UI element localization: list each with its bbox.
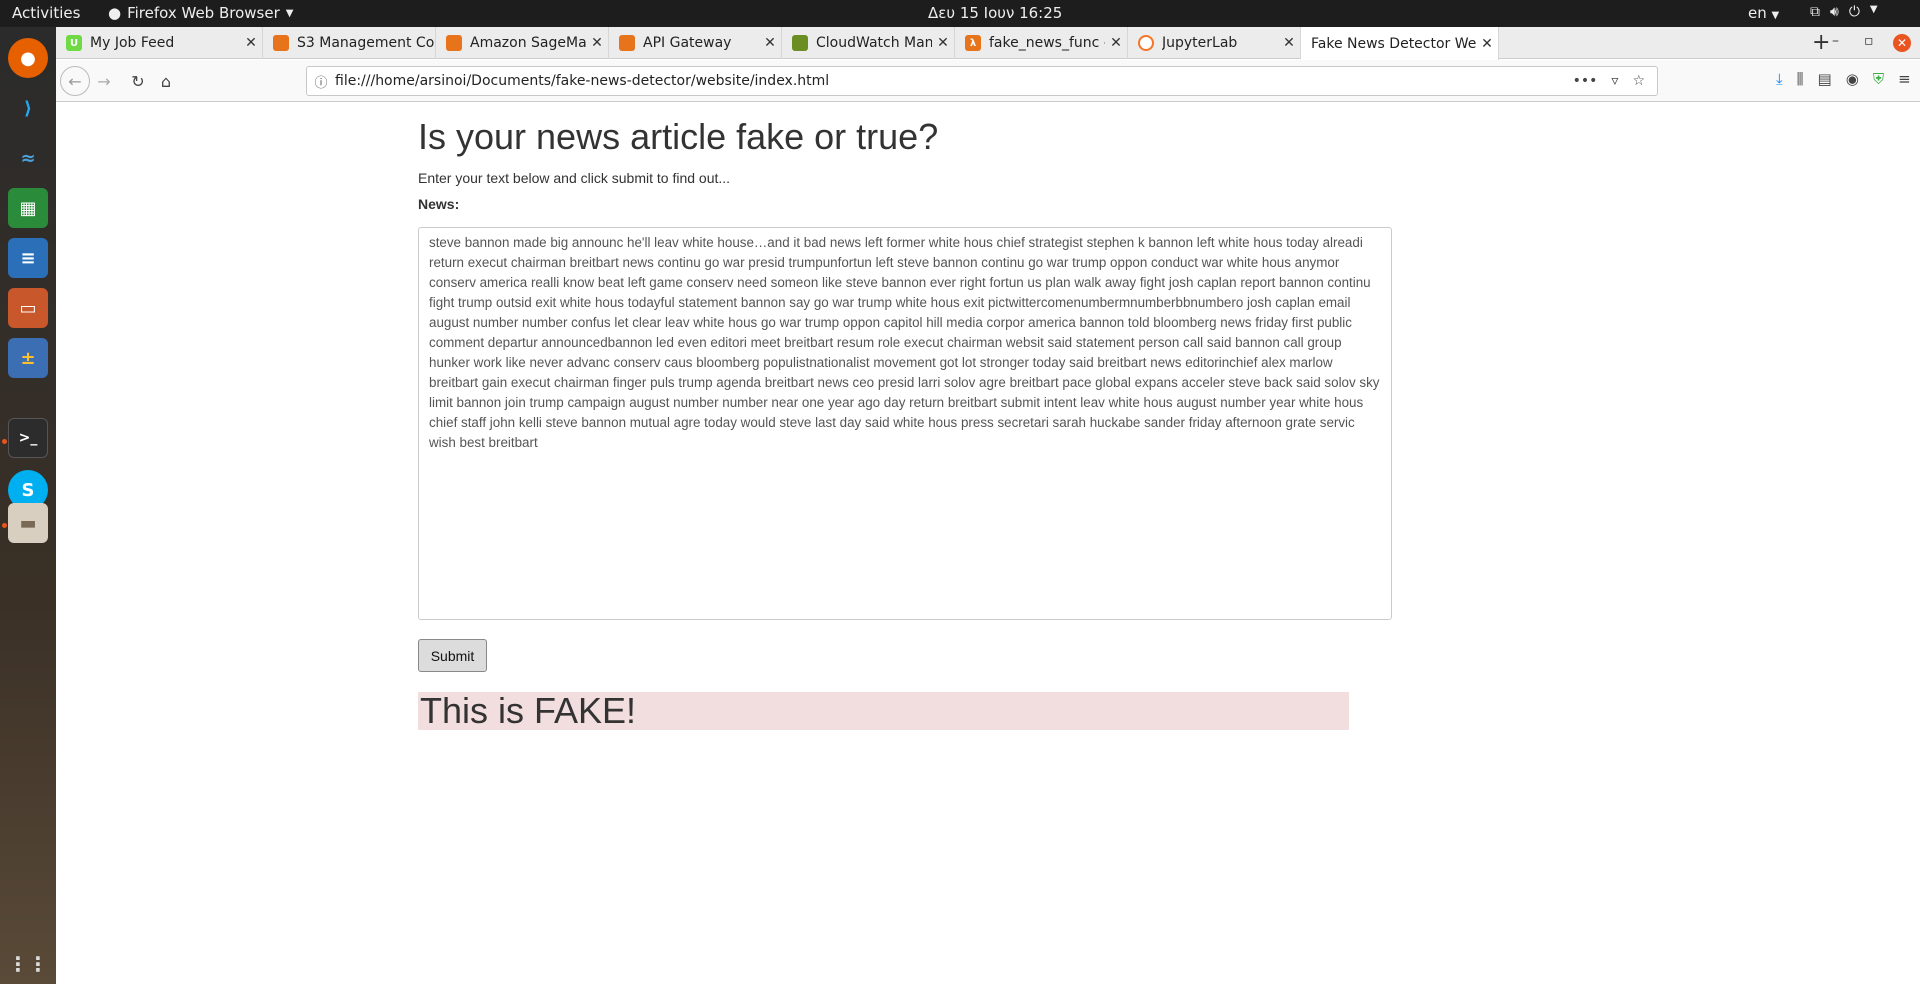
close-icon[interactable]: ✕ [1476, 36, 1498, 52]
account-icon[interactable]: ◉ [1846, 70, 1859, 88]
language-indicator[interactable]: en ▼ [1748, 4, 1779, 22]
tab-label: CloudWatch Managem [816, 35, 932, 51]
show-applications-icon[interactable]: ⋮⋮ [8, 944, 48, 984]
page-title: Is your news article fake or true? [418, 116, 939, 157]
sidebar-icon[interactable]: ▤ [1818, 70, 1832, 88]
calculator-icon[interactable]: ± [8, 338, 48, 378]
forward-icon[interactable]: → [90, 68, 118, 94]
close-icon[interactable]: ✕ [1105, 35, 1127, 51]
close-icon[interactable]: ✕ [1278, 35, 1300, 51]
home-icon[interactable]: ⌂ [152, 68, 180, 94]
tab-my-job-feed[interactable]: U My Job Feed ✕ [56, 27, 263, 59]
lambda-icon: λ [965, 35, 981, 51]
tab-fake-news-detector[interactable]: Fake News Detector Web ✕ [1301, 27, 1499, 60]
close-icon[interactable]: ✕ [586, 35, 608, 51]
intro-text: Enter your text below and click submit t… [418, 170, 731, 186]
submit-button[interactable]: Submit [418, 639, 487, 672]
running-indicator [2, 439, 7, 444]
activities-button[interactable]: Activities [12, 4, 80, 22]
page-content: Is your news article fake or true? Enter… [56, 103, 1920, 984]
network-icon: ⧉ [1810, 4, 1820, 20]
tab-jupyterlab[interactable]: JupyterLab ✕ [1128, 27, 1301, 59]
mysql-workbench-icon[interactable]: ≈ [8, 138, 48, 178]
dock: ● ⟩ ≈ ▦ ≡ ▭ ± >_ S ▬ ⋮⋮ [0, 27, 56, 984]
tab-label: JupyterLab [1162, 35, 1238, 51]
tab-label: API Gateway [643, 35, 732, 51]
firefox-icon[interactable]: ● [8, 38, 48, 78]
bookmark-star-icon[interactable]: ☆ [1632, 73, 1645, 89]
aws-cube-icon [446, 35, 462, 51]
close-icon[interactable]: ✕ [759, 35, 781, 51]
library-icon[interactable]: ⫼ [1797, 70, 1804, 88]
aws-cube-icon [273, 35, 289, 51]
chevron-down-icon: ▼ [1869, 4, 1878, 15]
vscode-icon[interactable]: ⟩ [8, 88, 48, 128]
tab-s3[interactable]: S3 Management Conso [263, 27, 436, 59]
tab-label: My Job Feed [90, 35, 175, 51]
tab-api-gateway[interactable]: API Gateway ✕ [609, 27, 782, 59]
chevron-down-icon: ▼ [1771, 10, 1780, 21]
tab-label: fake_news_func - Laml [989, 35, 1105, 51]
extension-shield-icon[interactable]: ⛨ [1873, 70, 1884, 88]
close-icon[interactable]: ✕ [240, 35, 262, 51]
downloads-icon[interactable]: ⤓ [1776, 70, 1783, 88]
impress-icon[interactable]: ▭ [8, 288, 48, 328]
url-bar[interactable]: ⓘ file:///home/arsinoi/Documents/fake-ne… [306, 66, 1658, 96]
files-icon[interactable]: ▬ [8, 503, 48, 543]
app-menu[interactable]: ● Firefox Web Browser ▼ [108, 4, 293, 22]
close-icon[interactable]: ✕ [932, 35, 954, 51]
tab-cloudwatch[interactable]: CloudWatch Managem ✕ [782, 27, 955, 59]
url-text[interactable]: file:///home/arsinoi/Documents/fake-news… [335, 73, 1573, 89]
page-actions-icon[interactable]: ••• [1573, 73, 1598, 89]
language-label: en [1748, 4, 1767, 22]
pocket-icon[interactable]: ▿ [1611, 73, 1618, 89]
tab-label: S3 Management Conso [297, 35, 435, 51]
info-icon[interactable]: ⓘ [307, 72, 335, 91]
news-textarea[interactable]: steve bannon made big announc he'll leav… [418, 227, 1392, 620]
jupyter-icon [1138, 35, 1154, 51]
tab-label: Fake News Detector Web [1311, 35, 1476, 52]
window-close-icon[interactable]: ✕ [1893, 34, 1911, 52]
new-tab-icon[interactable]: + [1812, 30, 1830, 55]
back-icon[interactable]: ← [60, 66, 90, 96]
system-top-bar: Activities ● Firefox Web Browser ▼ Δευ 1… [0, 0, 1920, 27]
tab-bar: U My Job Feed ✕ S3 Management Conso Amaz… [56, 27, 1920, 60]
aws-cube-icon [619, 35, 635, 51]
clock[interactable]: Δευ 15 Ιουν 16:25 [928, 4, 1062, 22]
writer-icon[interactable]: ≡ [8, 238, 48, 278]
reload-icon[interactable]: ↻ [124, 68, 152, 94]
cloudwatch-icon [792, 35, 808, 51]
tab-lambda[interactable]: λ fake_news_func - Laml ✕ [955, 27, 1128, 59]
news-label: News: [418, 196, 460, 212]
power-icon: ⏻ [1848, 4, 1860, 20]
running-indicator [2, 523, 7, 528]
minimize-icon[interactable]: – [1832, 33, 1839, 49]
restore-icon[interactable]: ▫ [1864, 33, 1874, 49]
system-tray[interactable]: ⧉ 🔊︎ ⏻ ▼ [1810, 4, 1878, 20]
firefox-small-icon: ● [108, 4, 122, 22]
result-alert: This is FAKE! [418, 692, 1349, 730]
chevron-down-icon: ▼ [285, 7, 294, 19]
terminal-icon[interactable]: >_ [8, 418, 48, 458]
tab-sagemaker[interactable]: Amazon SageMaker ✕ [436, 27, 609, 59]
navigation-bar: ← → ↻ ⌂ ⓘ file:///home/arsinoi/Documents… [56, 60, 1920, 102]
upwork-icon: U [66, 35, 82, 51]
calc-icon[interactable]: ▦ [8, 188, 48, 228]
menu-icon[interactable]: ≡ [1898, 70, 1911, 88]
tab-label: Amazon SageMaker [470, 35, 586, 51]
volume-icon: 🔊︎ [1830, 4, 1839, 20]
app-menu-label: Firefox Web Browser [127, 4, 280, 22]
